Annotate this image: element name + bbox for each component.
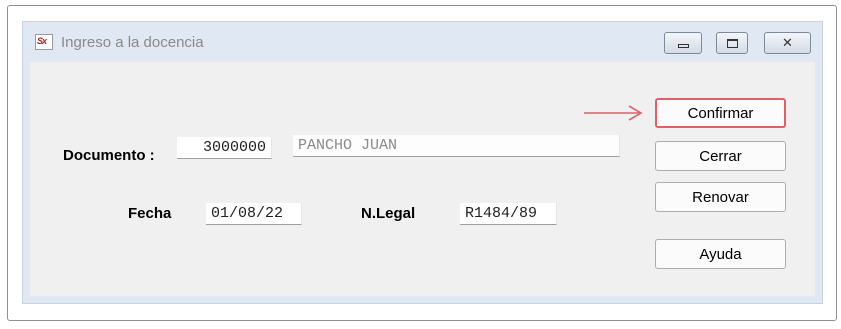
dialog-client-area: Documento : 3000000 PANCHO JUAN Fecha 01… (30, 62, 815, 296)
maximize-icon (726, 38, 738, 48)
fecha-label: Fecha (128, 205, 172, 222)
ayuda-button[interactable]: Ayuda (655, 239, 786, 269)
arrow-right-icon (584, 105, 643, 121)
documento-label: Documento : (63, 147, 155, 164)
nombre-field: PANCHO JUAN (293, 135, 620, 157)
nlegal-label: N.Legal (361, 205, 416, 222)
close-icon: ✕ (782, 35, 793, 51)
minimize-icon (677, 43, 689, 48)
dialog-window: Sx Ingreso a la docencia ✕ Documento : 3… (22, 21, 823, 304)
title-bar[interactable]: Sx Ingreso a la docencia ✕ (23, 22, 822, 62)
confirmar-button[interactable]: Confirmar (655, 98, 786, 128)
maximize-button[interactable] (716, 32, 748, 54)
app-icon[interactable]: Sx (35, 34, 53, 50)
window-title: Ingreso a la docencia (61, 34, 204, 51)
minimize-button[interactable] (664, 32, 702, 54)
close-button[interactable]: ✕ (764, 32, 811, 54)
nlegal-field[interactable]: R1484/89 (460, 203, 557, 225)
fecha-field[interactable]: 01/08/22 (206, 203, 302, 225)
documento-field[interactable]: 3000000 (177, 137, 272, 159)
cerrar-button[interactable]: Cerrar (655, 141, 786, 171)
renovar-button[interactable]: Renovar (655, 182, 786, 212)
